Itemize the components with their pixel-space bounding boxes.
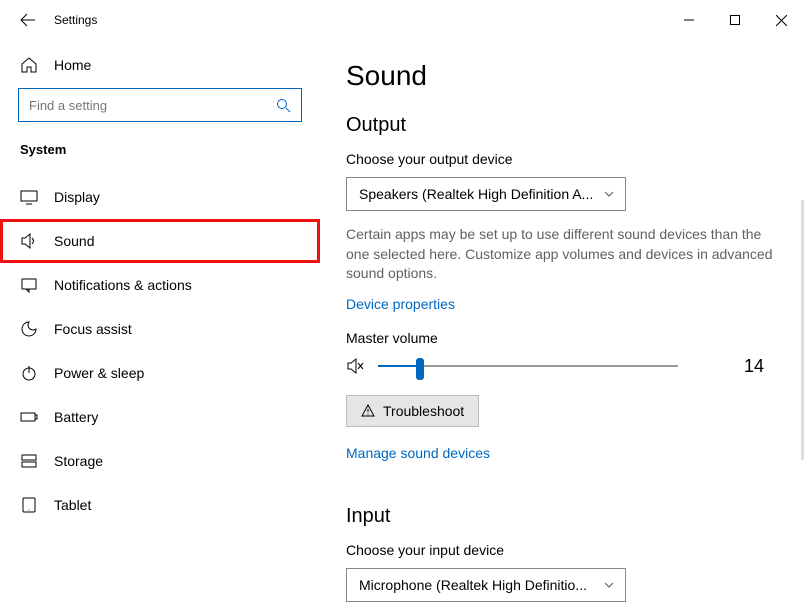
notifications-icon: [20, 276, 38, 294]
nav-item-power[interactable]: Power & sleep: [0, 351, 320, 395]
close-button[interactable]: [758, 4, 804, 36]
volume-slider[interactable]: [378, 365, 678, 367]
nav-label: Notifications & actions: [54, 277, 192, 293]
volume-row: 14: [346, 356, 774, 377]
focus-icon: [20, 320, 38, 338]
home-label: Home: [54, 57, 91, 73]
output-description: Certain apps may be set up to use differ…: [346, 225, 774, 284]
output-heading: Output: [346, 114, 774, 137]
nav-label: Storage: [54, 453, 103, 469]
sound-icon: [20, 232, 38, 250]
storage-icon: [20, 452, 38, 470]
page-title: Sound: [346, 60, 774, 92]
power-icon: [20, 364, 38, 382]
back-icon[interactable]: [20, 12, 36, 28]
manage-sound-link[interactable]: Manage sound devices: [346, 445, 490, 461]
input-device-value: Microphone (Realtek High Definitio...: [359, 577, 587, 593]
sidebar: Home System Display Sound Notifications & …: [0, 40, 320, 608]
input-heading: Input: [346, 505, 774, 528]
tablet-icon: [20, 496, 38, 514]
input-choose-label: Choose your input device: [346, 542, 774, 558]
home-icon: [20, 56, 38, 74]
minimize-button[interactable]: [666, 4, 712, 36]
nav-item-sound[interactable]: Sound: [0, 219, 320, 263]
search-icon: [276, 98, 291, 113]
section-title: System: [0, 142, 320, 175]
slider-thumb[interactable]: [416, 358, 424, 380]
output-device-select[interactable]: Speakers (Realtek High Definition A...: [346, 177, 626, 211]
nav-item-focus[interactable]: Focus assist: [0, 307, 320, 351]
maximize-button[interactable]: [712, 4, 758, 36]
output-choose-label: Choose your output device: [346, 151, 774, 167]
nav-list: Display Sound Notifications & actions Focus…: [0, 175, 320, 527]
nav-label: Battery: [54, 409, 98, 425]
mute-icon[interactable]: [346, 356, 366, 376]
nav-item-display[interactable]: Display: [0, 175, 320, 219]
battery-icon: [20, 408, 38, 426]
warning-icon: [361, 404, 375, 418]
nav-label: Sound: [54, 233, 94, 249]
search-input[interactable]: [29, 98, 276, 113]
chevron-down-icon: [603, 188, 615, 200]
input-device-select[interactable]: Microphone (Realtek High Definitio...: [346, 568, 626, 602]
nav-label: Tablet: [54, 497, 91, 513]
volume-value: 14: [744, 356, 774, 377]
nav-item-notifications[interactable]: Notifications & actions: [0, 263, 320, 307]
titlebar: Settings: [0, 0, 804, 40]
nav-label: Focus assist: [54, 321, 132, 337]
main-panel: Sound Output Choose your output device S…: [320, 40, 804, 608]
troubleshoot-button[interactable]: Troubleshoot: [346, 395, 479, 427]
window-title: Settings: [54, 13, 97, 27]
display-icon: [20, 188, 38, 206]
device-properties-link[interactable]: Device properties: [346, 296, 455, 312]
search-box[interactable]: [18, 88, 302, 122]
nav-item-tablet[interactable]: Tablet: [0, 483, 320, 527]
troubleshoot-label: Troubleshoot: [383, 403, 464, 419]
nav-label: Power & sleep: [54, 365, 144, 381]
home-nav[interactable]: Home: [0, 40, 320, 88]
nav-item-storage[interactable]: Storage: [0, 439, 320, 483]
output-device-value: Speakers (Realtek High Definition A...: [359, 186, 593, 202]
nav-item-battery[interactable]: Battery: [0, 395, 320, 439]
master-volume-label: Master volume: [346, 330, 774, 346]
chevron-down-icon: [603, 579, 615, 591]
nav-label: Display: [54, 189, 100, 205]
